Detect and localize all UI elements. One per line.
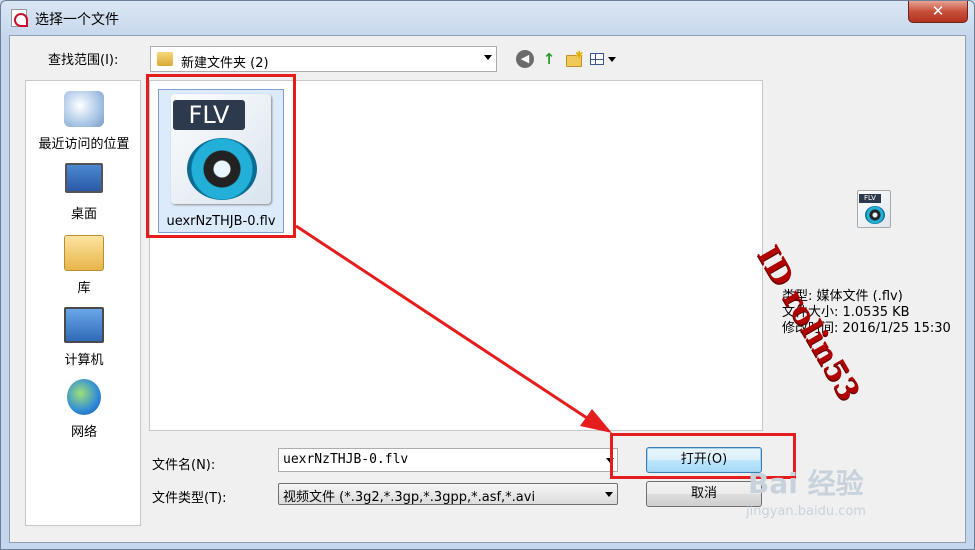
watermark-url: jingyan.baidu.com (746, 504, 866, 519)
watermark-baidu: Bai 经验 (748, 467, 864, 500)
